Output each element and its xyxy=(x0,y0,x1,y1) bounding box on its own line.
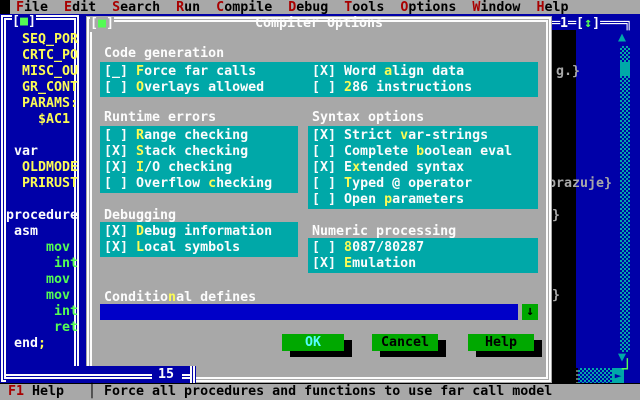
checkbox-overlays-allowed[interactable]: [ ] Overlays allowed xyxy=(104,80,264,96)
vertical-scrollbar-track[interactable] xyxy=(620,46,630,352)
checkbox-state: X xyxy=(320,256,329,271)
checkbox-extended-syntax[interactable]: [X] Extended syntax xyxy=(312,160,464,176)
vertical-scrollbar-thumb[interactable] xyxy=(620,62,630,76)
left-editor-window[interactable]: SEQ_POR CRTC_PO MISC_OU GR_CONT PARAMS: $AC1 v… xyxy=(0,14,80,383)
code-line: end; xyxy=(14,336,47,351)
checkbox-state xyxy=(320,192,328,207)
checkbox-state xyxy=(112,80,120,95)
checkbox-286-instructions[interactable]: [ ] 286 instructions xyxy=(312,80,472,96)
checkbox-overflow-checking[interactable]: [ ] Overflow checking xyxy=(104,176,272,192)
checkbox-state: X xyxy=(112,240,121,255)
checkbox-state: X xyxy=(112,160,121,175)
screen: File Edit Search Run Compile Debug Tools Option… xyxy=(0,0,640,400)
checkbox-state xyxy=(320,240,328,255)
conditional-defines-input[interactable] xyxy=(100,304,518,320)
menu-item-debug[interactable]: Debug xyxy=(288,0,328,15)
window-close-button[interactable]: [■] xyxy=(12,14,37,30)
checkbox-local-symbols[interactable]: [X] Local symbols xyxy=(104,240,240,256)
status-separator: │ xyxy=(88,384,97,399)
checkbox-typed-operator[interactable]: [ ] Typed @ operator xyxy=(312,176,472,192)
code-line: SEQ_POR xyxy=(22,32,79,47)
checkbox-range-checking[interactable]: [ ] Range checking xyxy=(104,128,248,144)
code-line: $AC1 xyxy=(38,112,71,127)
code-line: PARAMS: xyxy=(22,96,79,111)
code-line: PRIRUST xyxy=(22,176,79,191)
code-line: var xyxy=(14,144,39,159)
history-dropdown-button[interactable]: ↓ xyxy=(522,304,538,320)
dialog-title: Compiler Options xyxy=(254,16,384,31)
checkbox-state: X xyxy=(320,64,329,79)
checkbox-state: X xyxy=(320,160,329,175)
cancel-button[interactable]: Cancel xyxy=(372,334,438,351)
checkbox-stack-checking[interactable]: [X] Stack checking xyxy=(104,144,248,160)
compiler-options-dialog: [■] Compiler Options Code generation [_] … xyxy=(86,16,552,383)
code-line: MISC_OU xyxy=(22,64,79,79)
code-line: ret xyxy=(54,320,79,335)
code-line: int xyxy=(54,256,79,271)
menu-item-run[interactable]: Run xyxy=(176,0,200,15)
checkbox-word-align-data[interactable]: [X] Word align data xyxy=(312,64,464,80)
window-zoom-icon: ↕ xyxy=(584,16,593,31)
checkbox-debug-information[interactable]: [X] Debug information xyxy=(104,224,272,240)
code-line: OLDMODE xyxy=(22,160,79,175)
editor-text-fragment: } xyxy=(552,288,561,303)
checkbox-state: X xyxy=(112,224,121,239)
menu-item-tools[interactable]: Tools xyxy=(344,0,384,15)
code-line: CRTC_PO xyxy=(22,48,79,63)
line-indicator: 15 xyxy=(158,367,175,382)
top-left-black-square xyxy=(0,0,10,15)
checkbox-emulation[interactable]: [X] Emulation xyxy=(312,256,416,272)
checkbox-complete-boolean-eval[interactable]: [ ] Complete boolean eval xyxy=(312,144,512,160)
window-resize-corner-icon[interactable]: ┘ xyxy=(622,361,640,382)
checkbox-8087-80287[interactable]: [ ] 8087/80287 xyxy=(312,240,424,256)
close-icon: ■ xyxy=(98,16,107,31)
horizontal-scrollbar-track[interactable] xyxy=(578,368,612,383)
menu-item-edit[interactable]: Edit xyxy=(64,0,96,15)
checkbox-state xyxy=(320,144,328,159)
checkbox-state: X xyxy=(112,144,121,159)
checkbox-state: X xyxy=(320,128,329,143)
checkbox-state xyxy=(112,176,120,191)
checkbox-state: _ xyxy=(112,64,121,79)
code-line: mov xyxy=(46,288,71,303)
checkbox-open-parameters[interactable]: [ ] Open parameters xyxy=(312,192,464,208)
code-line: procedure xyxy=(6,208,79,223)
menu-bar: File Edit Search Run Compile Debug Tools Option… xyxy=(0,0,640,15)
menu-item-compile[interactable]: Compile xyxy=(216,0,272,15)
code-line: GR_CONT xyxy=(22,80,79,95)
close-icon: ■ xyxy=(20,14,29,29)
group-title-syntax-options: Syntax options xyxy=(312,110,425,125)
line-indicator-strip: 15 xyxy=(6,366,196,383)
code-line: int xyxy=(54,304,79,319)
group-title-code-generation: Code generation xyxy=(104,46,225,61)
group-title-runtime-errors: Runtime errors xyxy=(104,110,217,125)
status-bar: F1 Help │ Force all procedures and funct… xyxy=(0,384,640,400)
window-number: 1 xyxy=(560,16,569,31)
checkbox-state xyxy=(320,80,328,95)
checkbox-state xyxy=(320,176,328,191)
editor-text-fragment: g.} xyxy=(556,64,581,79)
checkbox-force-far-calls[interactable]: [_] Force far calls xyxy=(104,64,256,80)
code-line: mov xyxy=(46,272,71,287)
menu-item-search[interactable]: Search xyxy=(112,0,160,15)
status-key[interactable]: F1 xyxy=(8,384,24,400)
status-message: Force all procedures and functions to us… xyxy=(104,384,553,399)
code-line: asm xyxy=(14,224,39,239)
dialog-shadow xyxy=(552,30,576,383)
status-key-label[interactable]: Help xyxy=(32,384,64,400)
ok-button[interactable]: OK xyxy=(282,334,344,351)
editor-text-fragment: } xyxy=(552,208,561,223)
menu-item-file[interactable]: File xyxy=(16,0,48,15)
editor-text-fragment: brazuje} xyxy=(548,176,613,191)
help-button[interactable]: Help xyxy=(468,334,534,351)
code-line: mov xyxy=(46,240,71,255)
menu-item-options[interactable]: Options xyxy=(400,0,456,15)
menu-item-help[interactable]: Help xyxy=(536,0,568,15)
menu-item-window[interactable]: Window xyxy=(472,0,520,15)
checkbox-strict-var-strings[interactable]: [X] Strict var-strings xyxy=(312,128,488,144)
scroll-up-icon[interactable]: ▲ xyxy=(618,30,632,46)
checkbox-state xyxy=(112,128,120,143)
checkbox-i-o-checking[interactable]: [X] I/O checking xyxy=(104,160,232,176)
dialog-close-button[interactable]: [■] xyxy=(90,16,115,32)
